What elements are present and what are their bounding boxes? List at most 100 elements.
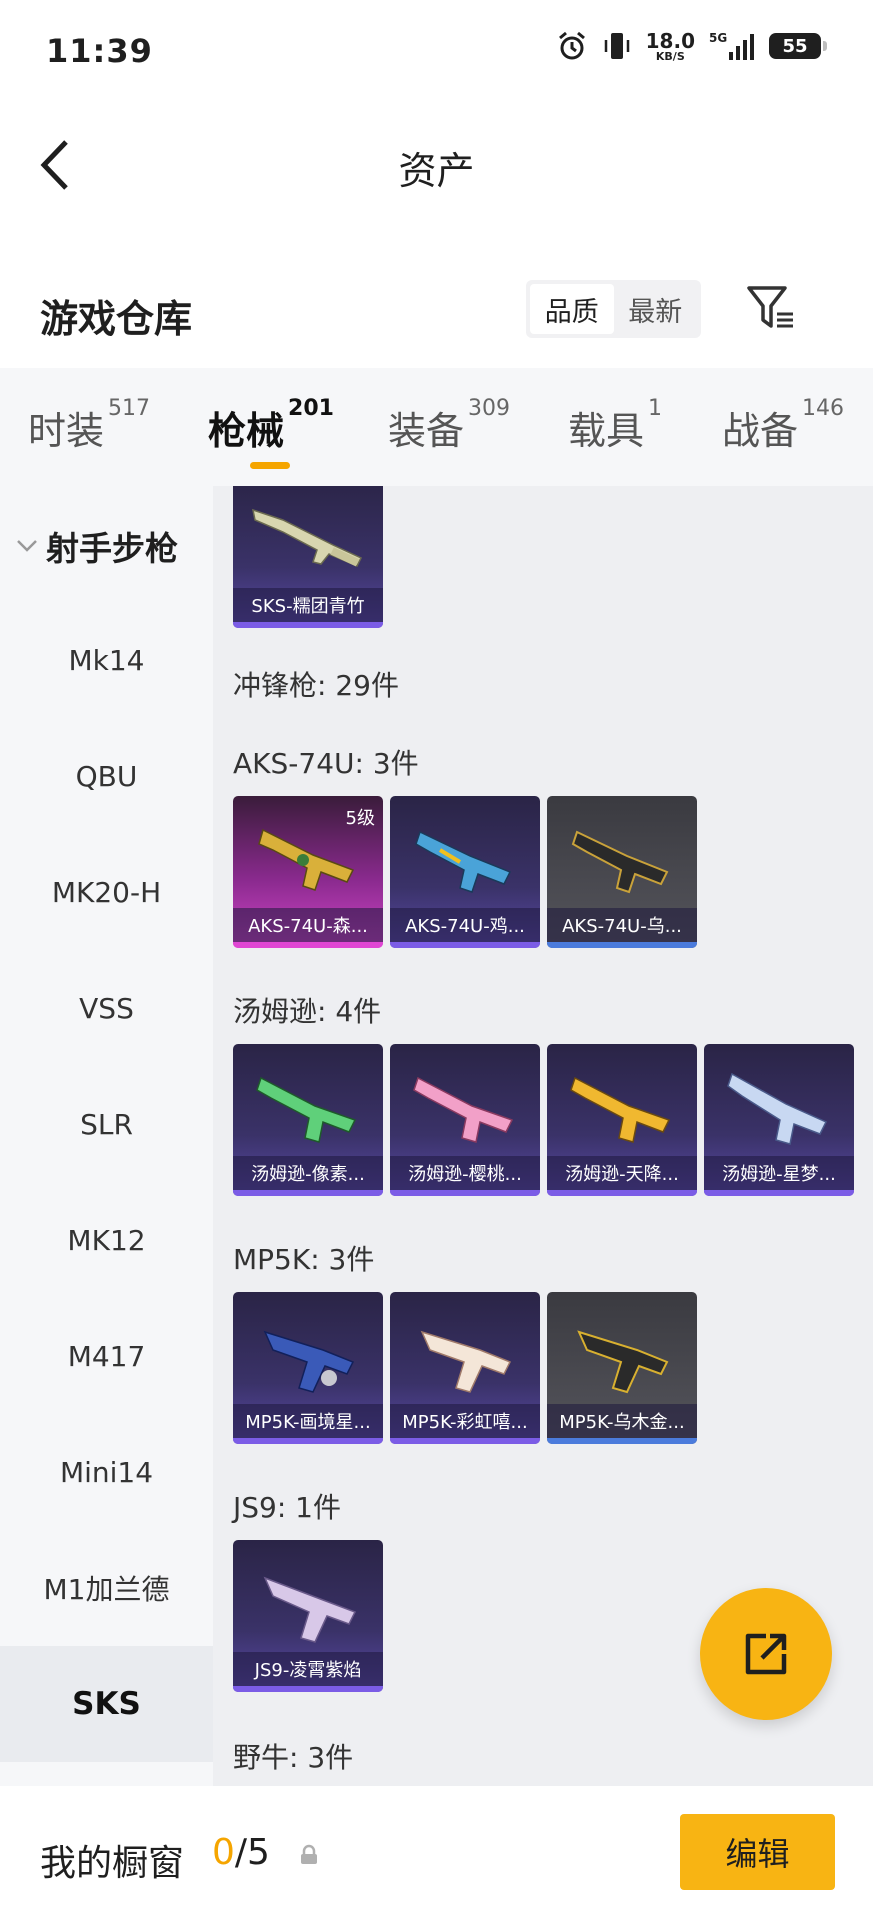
weapon-card[interactable]: 汤姆逊-像素...	[233, 1044, 383, 1196]
section-title: 游戏仓库	[40, 297, 193, 341]
tab-indicator	[250, 462, 290, 469]
filter-button[interactable]	[745, 282, 797, 334]
tab-label: 枪械	[208, 409, 285, 453]
card-name: MP5K-彩虹嘻...	[390, 1404, 540, 1438]
card-name: 汤姆逊-星梦...	[704, 1156, 854, 1190]
rarity-bar	[704, 1190, 854, 1196]
chevron-down-icon	[17, 540, 37, 552]
group-label: AKS-74U: 3件	[233, 747, 419, 780]
status-time: 11:39	[46, 32, 153, 70]
tab-fashion[interactable]: 时装517	[28, 396, 150, 455]
card-name: 汤姆逊-樱桃...	[390, 1156, 540, 1190]
weapon-card[interactable]: 汤姆逊-天降...	[547, 1044, 697, 1196]
card-name: 汤姆逊-像素...	[233, 1156, 383, 1190]
smg-icon	[263, 1330, 355, 1393]
weapon-card[interactable]: AKS-74U-鸡...	[390, 796, 540, 948]
smg-icon	[571, 830, 669, 894]
sidebar-group-marksman[interactable]: 射手步枪	[0, 486, 213, 606]
rarity-bar	[233, 1190, 383, 1196]
filter-icon	[747, 286, 793, 328]
smg-icon	[570, 1076, 671, 1143]
alarm-icon	[558, 31, 585, 60]
weapon-sidebar: 射手步枪 Mk14 QBU MK20-H VSS SLR MK12 M417 M…	[0, 486, 213, 1786]
tab-guns[interactable]: 枪械201	[208, 396, 334, 455]
status-icons: 18.0 KB/S 5G 55	[556, 28, 827, 63]
tab-count: 309	[468, 396, 511, 421]
group-label: 野牛: 3件	[233, 1741, 354, 1774]
rarity-bar	[547, 1438, 697, 1444]
tab-label: 装备	[388, 409, 465, 453]
tab-label: 载具	[568, 409, 645, 453]
weapon-card[interactable]: MP5K-画境星...	[233, 1292, 383, 1444]
sidebar-item-mk12[interactable]: MK12	[0, 1182, 213, 1298]
weapon-card[interactable]: 汤姆逊-星梦...	[704, 1044, 854, 1196]
showcase-total: /5	[234, 1832, 270, 1873]
tab-equipment[interactable]: 装备309	[388, 396, 510, 455]
card-name: MP5K-画境星...	[233, 1404, 383, 1438]
card-name: AKS-74U-鸡...	[390, 908, 540, 942]
showcase-label: 我的橱窗	[40, 1843, 185, 1884]
share-external-icon	[745, 1633, 787, 1675]
card-name: AKS-74U-乌...	[547, 908, 697, 942]
sidebar-item-vss[interactable]: VSS	[0, 950, 213, 1066]
rarity-bar	[233, 1686, 383, 1692]
sidebar-item-mk20h[interactable]: MK20-H	[0, 834, 213, 950]
card-name: 汤姆逊-天降...	[547, 1156, 697, 1190]
weapon-card[interactable]: MP5K-乌木金...	[547, 1292, 697, 1444]
rarity-bar	[390, 1438, 540, 1444]
tab-vehicles[interactable]: 载具1	[568, 396, 662, 455]
sidebar-item-m1-garand[interactable]: M1加兰德	[0, 1530, 213, 1646]
tab-count: 201	[288, 396, 334, 421]
group-label: 汤姆逊: 4件	[233, 995, 382, 1028]
category-tabs: 时装517 枪械201 装备309 载具1 战备146	[0, 368, 873, 486]
category-label: 冲锋枪: 29件	[233, 669, 399, 702]
rarity-bar	[233, 622, 383, 628]
tab-label: 战备	[722, 409, 799, 453]
svg-text:5G: 5G	[709, 31, 727, 45]
level-badge: 5级	[345, 808, 375, 829]
sidebar-item-mini14[interactable]: Mini14	[0, 1414, 213, 1530]
sidebar-item-qbu[interactable]: QBU	[0, 718, 213, 834]
battery-icon: 55	[769, 33, 827, 59]
sidebar-item-mk14[interactable]: Mk14	[0, 602, 213, 718]
lock-icon	[301, 1844, 317, 1864]
net-speed-value: 18.0	[645, 28, 695, 53]
showcase-current: 0	[212, 1832, 235, 1873]
sort-latest-option[interactable]: 最新	[614, 284, 698, 334]
showcase-count: 0/5	[212, 1832, 270, 1873]
card-name: AKS-74U-森...	[233, 908, 383, 942]
group-label: JS9: 1件	[233, 1491, 341, 1524]
net-speed-unit: KB/S	[655, 49, 685, 63]
weapon-card[interactable]: 5级 AKS-74U-森...	[233, 796, 383, 948]
smg-icon	[420, 1330, 512, 1393]
tab-count: 517	[108, 396, 151, 421]
rarity-bar	[390, 942, 540, 948]
smg-icon	[263, 1576, 357, 1643]
weapon-card[interactable]: AKS-74U-乌...	[547, 796, 697, 948]
rarity-bar	[233, 1438, 383, 1444]
weapon-card[interactable]: SKS-糯团青竹	[233, 486, 383, 628]
card-name: JS9-凌霄紫焰	[233, 1652, 383, 1686]
smg-icon	[727, 1072, 828, 1145]
tab-supplies[interactable]: 战备146	[722, 396, 844, 455]
share-fab[interactable]	[700, 1588, 832, 1720]
weapon-card[interactable]: 汤姆逊-樱桃...	[390, 1044, 540, 1196]
sidebar-item-sks[interactable]: SKS	[0, 1646, 213, 1762]
sort-toggle: 品质 最新	[526, 280, 701, 338]
smg-icon	[415, 830, 512, 893]
group-label: MP5K: 3件	[233, 1243, 375, 1276]
smg-icon	[577, 1330, 669, 1394]
status-bar: 11:39 18.0 KB/S 5G 55	[0, 0, 873, 100]
edit-button[interactable]: 编辑	[680, 1814, 835, 1890]
tab-count: 146	[802, 396, 845, 421]
weapon-card[interactable]: JS9-凌霄紫焰	[233, 1540, 383, 1692]
bottom-bar: 我的橱窗 0/5 编辑	[0, 1786, 873, 1920]
weapon-card[interactable]: MP5K-彩虹嘻...	[390, 1292, 540, 1444]
sidebar-item-m417[interactable]: M417	[0, 1298, 213, 1414]
sort-quality-option[interactable]: 品质	[530, 284, 614, 334]
nav-header: 资产	[0, 100, 873, 230]
sidebar-item-slr[interactable]: SLR	[0, 1066, 213, 1182]
smg-icon	[413, 1076, 514, 1143]
page-title: 资产	[398, 149, 475, 193]
vibrate-icon	[604, 33, 629, 59]
